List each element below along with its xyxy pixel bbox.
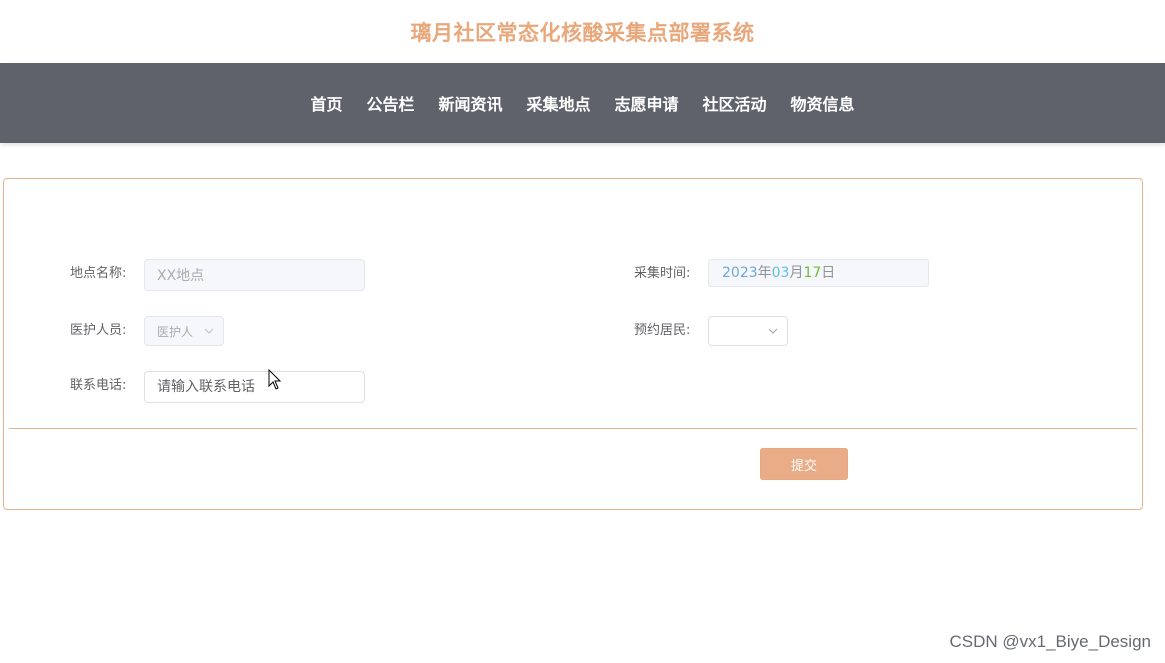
resident-label: 预约居民: xyxy=(634,323,691,338)
phone-input[interactable] xyxy=(144,371,365,403)
form-divider xyxy=(9,428,1137,429)
date-year: 2023 xyxy=(722,265,758,281)
collect-time-field[interactable]: 2023 年 03 月 17 日 xyxy=(708,259,929,287)
nav-item-supplies[interactable]: 物资信息 xyxy=(791,91,855,115)
chevron-down-icon xyxy=(203,325,215,337)
collect-time-label: 采集时间: xyxy=(634,266,691,281)
chevron-down-icon xyxy=(767,325,779,337)
location-label: 地点名称: xyxy=(70,266,127,281)
date-month: 03 xyxy=(771,265,790,281)
nav-item-notice-board[interactable]: 公告栏 xyxy=(366,91,414,115)
booking-form: 地点名称: 采集时间: 2023 年 03 月 17 日 医护人员: 医护人 预… xyxy=(3,178,1143,510)
mouse-pointer-icon xyxy=(268,369,282,390)
nav-item-community-events[interactable]: 社区活动 xyxy=(703,91,767,115)
medic-select-value: 医护人 xyxy=(157,324,194,339)
nav-item-news[interactable]: 新闻资讯 xyxy=(438,91,502,115)
nav-item-home[interactable]: 首页 xyxy=(310,91,342,115)
date-day-unit: 日 xyxy=(821,265,836,281)
medic-label: 医护人员: xyxy=(70,323,127,338)
phone-label: 联系电话: xyxy=(70,378,127,393)
submit-button[interactable]: 提交 xyxy=(760,448,848,480)
site-title: 璃月社区常态化核酸采集点部署系统 xyxy=(0,0,1165,63)
main-nav: 首页 公告栏 新闻资讯 采集地点 志愿申请 社区活动 物资信息 xyxy=(0,63,1165,143)
resident-select[interactable] xyxy=(708,316,788,346)
nav-item-volunteer-apply[interactable]: 志愿申请 xyxy=(615,91,679,115)
date-month-unit: 月 xyxy=(789,265,804,281)
medic-select[interactable]: 医护人 xyxy=(144,316,224,346)
nav-item-collection-sites[interactable]: 采集地点 xyxy=(526,91,590,115)
location-input[interactable] xyxy=(144,259,365,291)
date-day: 17 xyxy=(803,265,822,281)
watermark: CSDN @vx1_Biye_Design xyxy=(949,632,1151,651)
site-title-text: 璃月社区常态化核酸采集点部署系统 xyxy=(410,20,755,45)
date-year-unit: 年 xyxy=(757,265,772,281)
